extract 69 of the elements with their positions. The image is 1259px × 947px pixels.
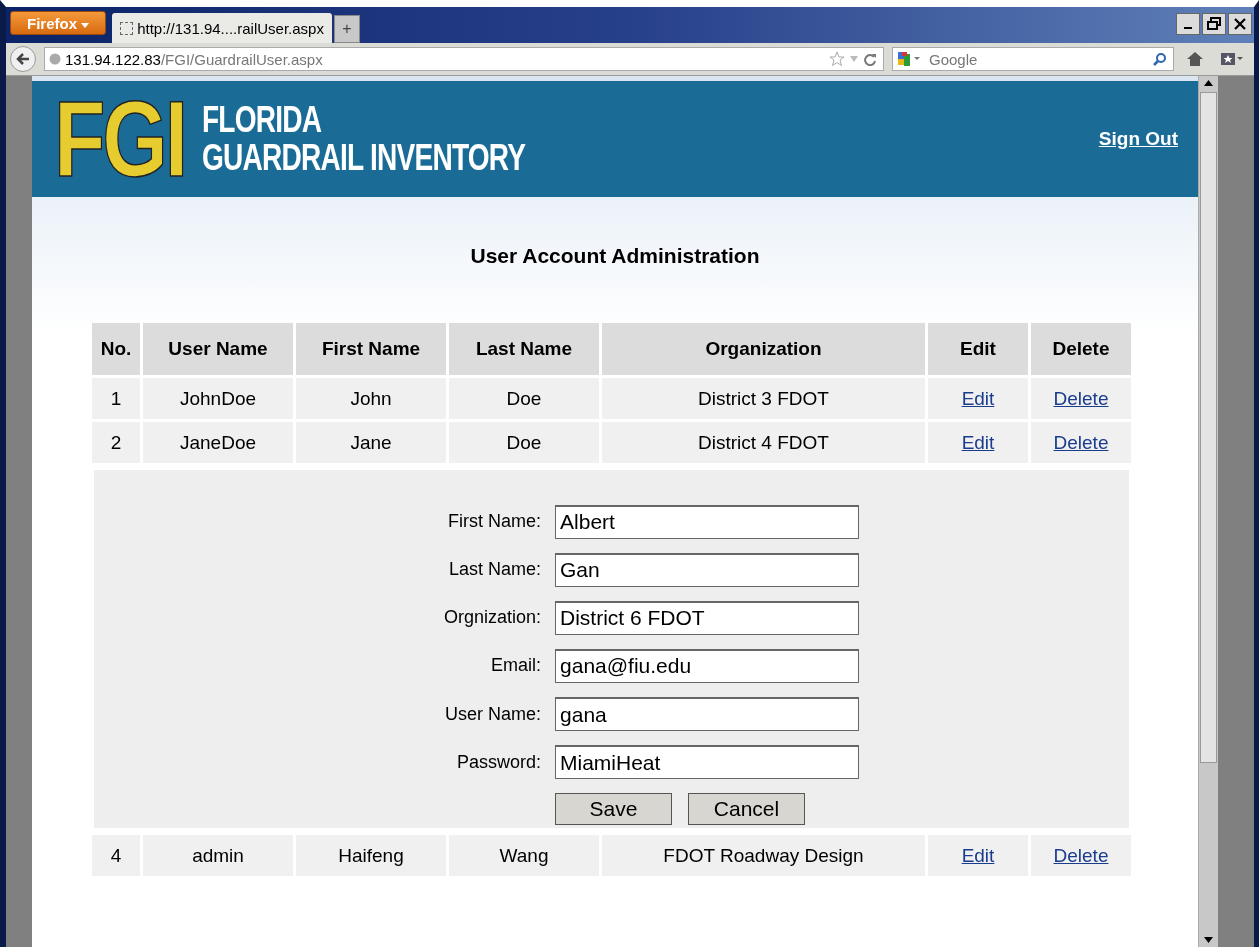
- page-icon: [120, 21, 134, 35]
- home-icon[interactable]: [1186, 51, 1204, 67]
- globe-icon: [49, 53, 61, 65]
- input-field[interactable]: Gan: [555, 552, 860, 587]
- scrollbar[interactable]: [1198, 76, 1218, 947]
- star-icon[interactable]: [829, 51, 845, 67]
- input-field[interactable]: MiamiHeat: [555, 745, 860, 780]
- search-box[interactable]: Google: [892, 47, 1174, 71]
- new-tab-button[interactable]: +: [333, 15, 360, 43]
- caret-icon: [81, 22, 90, 29]
- table-cell: District 3 FDOT: [602, 378, 925, 419]
- field-label: Email:: [490, 655, 542, 677]
- restore-button[interactable]: [1202, 13, 1226, 35]
- table-cell: Haifeng: [296, 835, 446, 876]
- table-cell: JaneDoe: [143, 422, 293, 463]
- table-cell: Doe: [449, 422, 599, 463]
- table-cell: admin: [143, 835, 293, 876]
- table-cell: Wang: [449, 835, 599, 876]
- column-header: No.: [92, 323, 140, 375]
- column-header: User Name: [143, 323, 293, 375]
- table-cell: John: [296, 378, 446, 419]
- close-button[interactable]: [1228, 13, 1252, 35]
- back-button[interactable]: [10, 46, 36, 72]
- field-label: Last Name:: [448, 559, 542, 581]
- sign-out-link[interactable]: Sign Out: [1098, 128, 1178, 150]
- reload-icon[interactable]: [863, 52, 877, 66]
- close-icon: [1233, 17, 1247, 31]
- url-host: 131.94.122.83: [65, 50, 161, 68]
- table-cell: Jane: [296, 422, 446, 463]
- table-cell: 4: [92, 835, 140, 876]
- field-label: First Name:: [447, 511, 542, 533]
- column-header: Last Name: [449, 323, 599, 375]
- table-cell: District 4 FDOT: [602, 422, 925, 463]
- logo-text: GUARDRAIL INVENTORY: [202, 139, 526, 177]
- address-bar[interactable]: 131.94.122.83/FGI/GuardrailUser.aspx: [44, 47, 884, 71]
- back-arrow-icon: [15, 52, 31, 66]
- minimize-button[interactable]: [1176, 13, 1200, 35]
- input-field[interactable]: gana@fiu.edu: [555, 649, 860, 683]
- scroll-thumb[interactable]: [1200, 92, 1217, 763]
- input-field[interactable]: District 6 FDOT: [555, 600, 860, 635]
- field-label: User Name:: [444, 703, 542, 725]
- field-label: Password:: [456, 751, 542, 773]
- column-header: Organization: [602, 323, 925, 375]
- bookmarks-icon[interactable]: [1220, 51, 1244, 67]
- edit-link[interactable]: Edit: [961, 387, 995, 409]
- restore-icon: [1207, 17, 1221, 31]
- column-header: Edit: [928, 323, 1028, 375]
- logo-text: FLORIDA: [202, 101, 323, 139]
- logo-mark: FGI: [54, 85, 186, 193]
- input-field[interactable]: Albert: [555, 504, 860, 539]
- table-cell: 2: [92, 422, 140, 463]
- google-icon: [897, 51, 923, 67]
- table-cell: JohnDoe: [143, 378, 293, 419]
- field-label: Orgnization:: [443, 607, 542, 629]
- form-button[interactable]: Cancel: [688, 793, 806, 826]
- page-title: User Account Administration: [469, 244, 761, 268]
- column-header: First Name: [296, 323, 446, 375]
- browser-tab[interactable]: http://131.94....railUser.aspx: [112, 13, 332, 43]
- table-cell: FDOT Roadway Design: [602, 835, 925, 876]
- minimize-icon: [1184, 27, 1192, 29]
- edit-link[interactable]: Edit: [961, 431, 995, 453]
- url-path: /FGI/GuardrailUser.aspx: [160, 50, 323, 68]
- search-icon[interactable]: [1153, 52, 1167, 66]
- table-cell: 1: [92, 378, 140, 419]
- input-field[interactable]: gana: [555, 697, 860, 732]
- column-header: Delete: [1031, 323, 1131, 375]
- table-cell: Doe: [449, 378, 599, 419]
- form-button[interactable]: Save: [555, 793, 673, 826]
- edit-link[interactable]: Edit: [961, 844, 995, 866]
